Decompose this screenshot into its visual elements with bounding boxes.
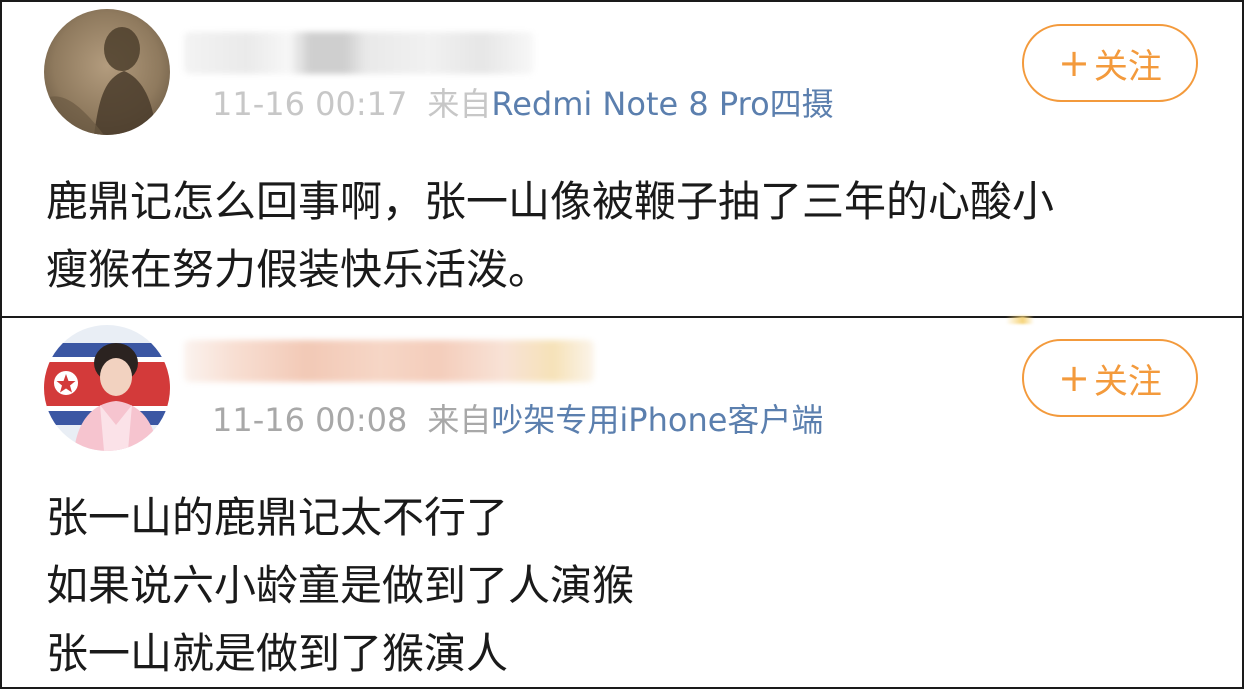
- post-time: 11-16 00:17: [212, 85, 408, 123]
- post-time: 11-16 00:08: [212, 401, 408, 439]
- follow-label: 关注: [1093, 361, 1162, 402]
- follow-button[interactable]: + 关注: [1022, 24, 1198, 102]
- decorative-highlight: [1006, 316, 1034, 324]
- source-link[interactable]: Redmi Note 8 Pro四摄: [491, 85, 833, 123]
- username-blurred[interactable]: [184, 340, 594, 382]
- source-prefix: 来自: [427, 85, 492, 123]
- comment-card: 11-16 00:17 来自Redmi Note 8 Pro四摄 + 关注 鹿鼎记…: [0, 0, 1244, 318]
- follow-button[interactable]: + 关注: [1022, 339, 1198, 417]
- source-link[interactable]: 吵架专用iPhone客户端: [491, 401, 823, 439]
- comment-text: 鹿鼎记怎么回事啊，张一山像被鞭子抽了三年的心酸小 瘦猴在努力假装快乐活泼。: [46, 168, 1212, 304]
- comment-line: 如果说六小龄童是做到了人演猴: [46, 561, 635, 610]
- post-meta: 11-16 00:08 来自吵架专用iPhone客户端: [212, 404, 823, 436]
- comment-line: 鹿鼎记怎么回事啊，张一山像被鞭子抽了三年的心酸小: [46, 177, 1055, 226]
- comment-text: 张一山的鹿鼎记太不行了 如果说六小龄童是做到了人演猴 张一山就是做到了猴演人: [46, 484, 1212, 688]
- comment-card: 11-16 00:08 来自吵架专用iPhone客户端 + 关注 张一山的鹿鼎记太…: [0, 316, 1244, 689]
- source-prefix: 来自: [427, 401, 492, 439]
- comment-line: 张一山的鹿鼎记太不行了: [46, 493, 509, 542]
- plus-icon: +: [1058, 356, 1090, 400]
- post-meta: 11-16 00:17 来自Redmi Note 8 Pro四摄: [212, 88, 834, 120]
- follow-label: 关注: [1093, 46, 1162, 87]
- username-blurred[interactable]: [184, 32, 534, 74]
- avatar-image: [44, 9, 170, 135]
- comment-line: 瘦猴在努力假装快乐活泼。: [46, 245, 551, 294]
- avatar[interactable]: [44, 325, 170, 451]
- comment-line: 张一山就是做到了猴演人: [46, 629, 509, 678]
- avatar[interactable]: [44, 9, 170, 135]
- avatar-image: [44, 325, 170, 451]
- plus-icon: +: [1058, 41, 1090, 85]
